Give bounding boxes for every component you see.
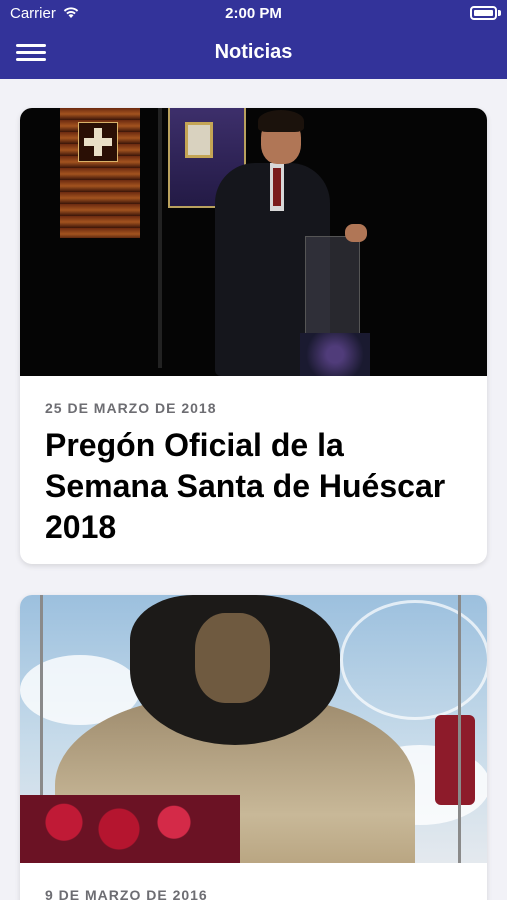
flowers xyxy=(300,333,370,376)
news-card-body: 25 DE MARZO DE 2018 Pregón Oficial de la… xyxy=(20,376,487,548)
pole xyxy=(158,108,162,368)
glass-lantern xyxy=(340,600,487,720)
page-title: Noticias xyxy=(214,41,293,63)
battery-cap xyxy=(498,10,501,16)
top-bar: Carrier 2:00 PM Noticias xyxy=(0,0,507,79)
news-card[interactable]: 25 DE MARZO DE 2018 Pregón Oficial de la… xyxy=(20,108,487,564)
battery-icon xyxy=(470,6,497,20)
news-image xyxy=(20,595,487,863)
news-title[interactable]: Pregón Oficial de la Semana Santa de Hué… xyxy=(45,425,462,548)
news-date: 25 DE MARZO DE 2018 xyxy=(45,400,217,416)
battery-level xyxy=(474,10,493,16)
speaker-hand xyxy=(345,224,367,242)
status-time: 2:00 PM xyxy=(225,5,282,22)
rod xyxy=(458,595,461,863)
candle xyxy=(435,715,475,805)
news-date: 9 DE MARZO DE 2016 xyxy=(45,887,208,900)
statue-face xyxy=(195,613,270,703)
speaker-hair xyxy=(258,110,304,132)
news-card[interactable]: 9 DE MARZO DE 2016 xyxy=(20,595,487,900)
news-card-body: 9 DE MARZO DE 2016 xyxy=(20,863,487,900)
banner-portrait xyxy=(185,122,213,158)
tie xyxy=(273,168,281,206)
navigation-bar: Noticias xyxy=(0,28,507,79)
status-bar: Carrier 2:00 PM xyxy=(0,0,507,28)
news-image xyxy=(20,108,487,376)
cross-emblem xyxy=(78,122,118,162)
roses xyxy=(20,795,240,863)
